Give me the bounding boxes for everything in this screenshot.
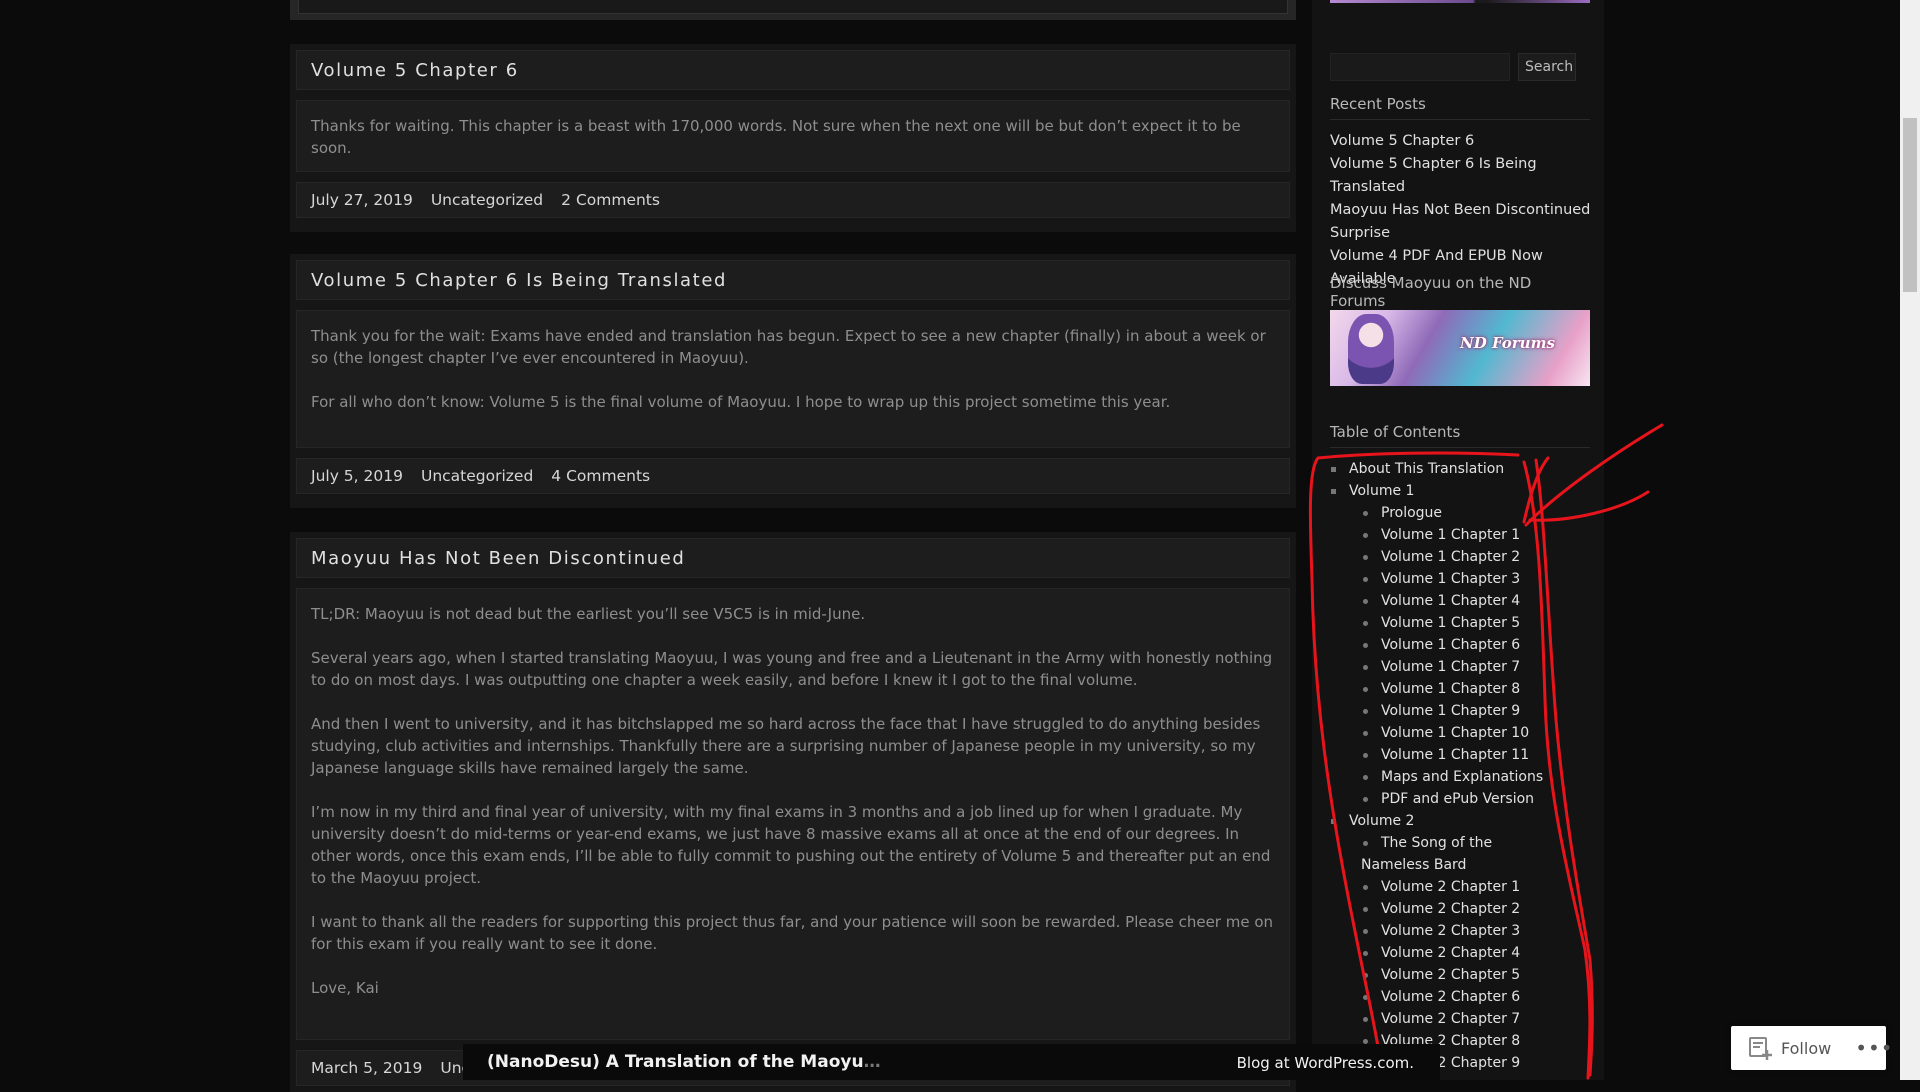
post-paragraph: I want to thank all the readers for supp… [311, 913, 1274, 953]
toc-item-volume-2[interactable]: Volume 2 The Song of the Nameless Bard Vo… [1330, 810, 1600, 1074]
post-paragraph: Thanks for waiting. This chapter is a be… [311, 117, 1241, 157]
search-input[interactable] [1330, 53, 1510, 81]
post-date[interactable]: July 27, 2019 [311, 191, 413, 209]
post-title-link[interactable]: Volume 5 Chapter 6 [311, 60, 519, 81]
table-of-contents: About This Translation Volume 1 Prologue… [1330, 458, 1600, 1074]
post-paragraph: Several years ago, when I started transl… [311, 649, 1273, 689]
post-paragraph: TL;DR: Maoyuu is not dead but the earlie… [311, 605, 866, 623]
follow-reader-icon[interactable] [1749, 1037, 1773, 1060]
sidebar-top-image [1330, 0, 1590, 3]
scrollbar-thumb[interactable] [1903, 118, 1917, 292]
search-button[interactable]: Search [1518, 53, 1576, 81]
post-1: Volume 5 Chapter 6 Thanks for waiting. T… [290, 44, 1296, 232]
toc-chapter-link[interactable]: PDF and ePub Version [1349, 788, 1600, 810]
recent-post-link[interactable]: Maoyuu Has Not Been Discontinued [1330, 199, 1595, 222]
toc-chapter-link[interactable]: Prologue [1349, 502, 1600, 524]
post-date[interactable]: March 5, 2019 [311, 1059, 422, 1077]
search-form: Search [1330, 53, 1576, 81]
sidebar: Search Recent Posts Volume 5 Chapter 6 V… [1312, 0, 1604, 1080]
post-title-link[interactable]: Maoyuu Has Not Been Discontinued [311, 548, 685, 569]
toc-chapter-link[interactable]: Volume 1 Chapter 2 [1349, 546, 1600, 568]
post-meta: July 5, 2019 Uncategorized 4 Comments [296, 458, 1290, 494]
post-paragraph: Love, Kai [311, 979, 379, 997]
toc-chapter-link[interactable]: Maps and Explanations [1349, 766, 1600, 788]
post-category[interactable]: Uncategorized [431, 191, 543, 209]
toc-title: Table of Contents [1330, 423, 1590, 448]
follow-widget: Follow ••• [1731, 1026, 1893, 1070]
volume-1-chapters: Prologue Volume 1 Chapter 1 Volume 1 Cha… [1349, 502, 1600, 810]
banner-character-art [1348, 314, 1394, 384]
banner-text: ND Forums [1460, 334, 1555, 352]
toc-chapter-link[interactable]: Volume 1 Chapter 10 [1349, 722, 1600, 744]
recent-post-link[interactable]: Volume 5 Chapter 6 Is Being Translated [1330, 153, 1595, 199]
post-body: Thanks for waiting. This chapter is a be… [296, 100, 1290, 172]
post-title-bar: Maoyuu Has Not Been Discontinued [296, 538, 1290, 578]
toc-chapter-link[interactable]: Volume 1 Chapter 1 [1349, 524, 1600, 546]
post-paragraph: For all who don’t know: Volume 5 is the … [311, 393, 1171, 411]
nd-forums-banner[interactable]: ND Forums [1330, 310, 1590, 386]
toc-chapter-link[interactable]: Volume 2 Chapter 4 [1349, 942, 1600, 964]
toc-chapter-link[interactable]: Volume 1 Chapter 5 [1349, 612, 1600, 634]
toc-chapter-link[interactable]: Volume 1 Chapter 8 [1349, 678, 1600, 700]
toc-chapter-link[interactable]: The Song of the Nameless Bard [1349, 832, 1600, 876]
post-3: Maoyuu Has Not Been Discontinued TL;DR: … [290, 532, 1296, 1092]
post-title-bar: Volume 5 Chapter 6 [296, 50, 1290, 90]
previous-post-frame [290, 0, 1296, 20]
post-title-bar: Volume 5 Chapter 6 Is Being Translated [296, 260, 1290, 300]
toc-chapter-link[interactable]: Volume 1 Chapter 9 [1349, 700, 1600, 722]
post-paragraph: I’m now in my third and final year of un… [311, 803, 1271, 887]
toc-item-volume-1[interactable]: Volume 1 Prologue Volume 1 Chapter 1 Vol… [1330, 480, 1600, 810]
post-date[interactable]: July 5, 2019 [311, 467, 403, 485]
toc-chapter-link[interactable]: Volume 1 Chapter 4 [1349, 590, 1600, 612]
recent-post-link[interactable]: Surprise [1330, 222, 1595, 245]
toc-chapter-link[interactable]: Volume 1 Chapter 7 [1349, 656, 1600, 678]
recent-post-link[interactable]: Volume 5 Chapter 6 [1330, 130, 1595, 153]
post-body: Thank you for the wait: Exams have ended… [296, 310, 1290, 448]
toc-chapter-link[interactable]: Volume 2 Chapter 1 [1349, 876, 1600, 898]
bottom-site-bar: (NanoDesu) A Translation of the Maoyu… B… [463, 1044, 1440, 1080]
volume-2-chapters: The Song of the Nameless Bard Volume 2 Ch… [1349, 832, 1600, 1074]
post-comments-link[interactable]: 2 Comments [561, 191, 660, 209]
post-title-link[interactable]: Volume 5 Chapter 6 Is Being Translated [311, 270, 727, 291]
toc-item-about[interactable]: About This Translation [1330, 458, 1600, 480]
recent-posts-title: Recent Posts [1330, 95, 1590, 120]
post-meta: July 27, 2019 Uncategorized 2 Comments [296, 182, 1290, 218]
toc-chapter-link[interactable]: Volume 1 Chapter 11 [1349, 744, 1600, 766]
wordpress-credit-link[interactable]: Blog at WordPress.com. [1237, 1054, 1414, 1072]
toc-chapter-link[interactable]: Volume 2 Chapter 5 [1349, 964, 1600, 986]
post-paragraph: And then I went to university, and it ha… [311, 715, 1261, 777]
toc-chapter-link[interactable]: Volume 2 Chapter 7 [1349, 1008, 1600, 1030]
site-title-link[interactable]: (NanoDesu) A Translation of the Maoyu… [487, 1052, 881, 1072]
follow-button[interactable]: Follow [1781, 1039, 1831, 1058]
recent-posts-list: Volume 5 Chapter 6 Volume 5 Chapter 6 Is… [1330, 130, 1595, 291]
toc-chapter-link[interactable]: Volume 2 Chapter 3 [1349, 920, 1600, 942]
toc-chapter-link[interactable]: Volume 1 Chapter 3 [1349, 568, 1600, 590]
post-paragraph: Thank you for the wait: Exams have ended… [311, 327, 1266, 367]
page-scrollbar[interactable] [1900, 0, 1920, 1080]
post-2: Volume 5 Chapter 6 Is Being Translated T… [290, 254, 1296, 508]
post-comments-link[interactable]: 4 Comments [551, 467, 650, 485]
toc-chapter-link[interactable]: Volume 1 Chapter 6 [1349, 634, 1600, 656]
more-options-icon[interactable]: ••• [1855, 1036, 1893, 1060]
post-category[interactable]: Uncategorized [421, 467, 533, 485]
toc-chapter-link[interactable]: Volume 2 Chapter 2 [1349, 898, 1600, 920]
post-body: TL;DR: Maoyuu is not dead but the earlie… [296, 588, 1290, 1040]
toc-chapter-link[interactable]: Volume 2 Chapter 6 [1349, 986, 1600, 1008]
